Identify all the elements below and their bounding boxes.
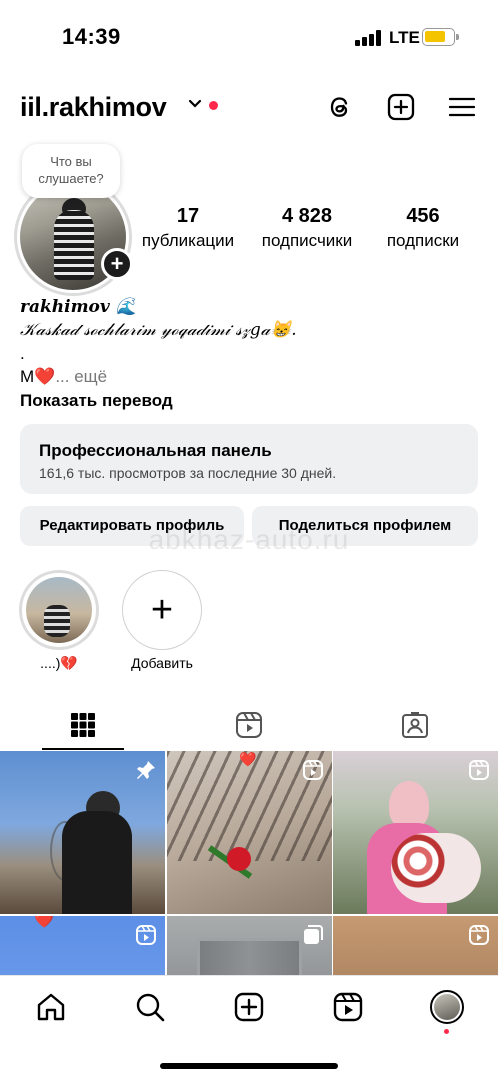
post-thumbnail[interactable]: [333, 751, 498, 914]
stat-posts-label: публикации: [141, 231, 235, 250]
show-translation-link[interactable]: Показать перевод: [20, 389, 480, 412]
professional-dashboard[interactable]: Профессиональная панель 161,6 тыс. просм…: [20, 424, 478, 494]
threads-icon[interactable]: [325, 92, 355, 122]
bio-line-2: .: [20, 344, 25, 363]
signal-icon: [355, 30, 381, 46]
tab-reels[interactable]: [166, 706, 332, 750]
profile-bio: 𝒓𝒂𝒌𝒉𝒊𝒎𝒐𝒗 🌊 𝒦𝒶𝓈𝓀𝒶𝒹 𝓈ℴ𝒸𝒽𝓁𝒶𝓇𝒾𝓂 𝓎ℴ𝓆𝒶𝒹𝒾𝓂𝒾 𝓈𝓏𝑔…: [20, 296, 480, 412]
reels-icon: [236, 712, 262, 738]
post-thumbnail[interactable]: [0, 751, 165, 914]
carousel-icon: [304, 925, 323, 944]
add-highlight-button[interactable]: + Добавить: [118, 570, 206, 671]
bio-line-3: М❤️: [20, 367, 56, 386]
stat-following[interactable]: 456 подписки: [378, 204, 468, 252]
reels-icon[interactable]: [331, 990, 365, 1024]
home-indicator: [160, 1063, 338, 1069]
chevron-down-icon[interactable]: [187, 96, 203, 112]
share-profile-button[interactable]: Поделиться профилем: [252, 506, 478, 546]
note-bubble[interactable]: Что вы слушаете?: [22, 144, 120, 198]
post-badge: ❤️: [34, 916, 54, 929]
reel-icon: [136, 925, 156, 945]
tab-tagged[interactable]: [332, 706, 498, 750]
add-story-icon[interactable]: +: [101, 248, 133, 280]
post-thumbnail[interactable]: [333, 916, 498, 975]
reel-icon: [469, 760, 489, 780]
bio-more-link[interactable]: ... ещё: [55, 367, 107, 386]
create-icon[interactable]: [386, 92, 416, 122]
search-icon[interactable]: [133, 990, 167, 1024]
stat-following-count: 456: [406, 205, 440, 227]
stat-followers[interactable]: 4 828 подписчики: [252, 204, 362, 252]
stat-followers-count: 4 828: [281, 205, 333, 227]
tab-posts-grid[interactable]: [0, 706, 166, 750]
pin-icon: [137, 761, 155, 779]
menu-icon[interactable]: [447, 92, 477, 122]
create-icon[interactable]: [232, 990, 266, 1024]
status-bar: 14:39 LTE: [0, 0, 498, 72]
profile-header: iil.rakhimov: [0, 84, 498, 130]
bio-line-3-wrap: М❤️... ещё: [20, 365, 480, 388]
active-tab-indicator: [42, 748, 124, 750]
grid-icon: [71, 713, 95, 737]
network-type: LTE: [389, 28, 420, 47]
post-thumbnail[interactable]: ❤️: [167, 751, 332, 914]
posts-grid: ❤️ ❤️: [0, 751, 498, 975]
add-highlight-caption: Добавить: [131, 655, 193, 671]
edit-profile-button[interactable]: Редактировать профиль: [20, 506, 244, 546]
bio-line-1: 𝒦𝒶𝓈𝓀𝒶𝒹 𝓈ℴ𝒸𝒽𝓁𝒶𝓇𝒾𝓂 𝓎ℴ𝓆𝒶𝒹𝒾𝓂𝒾 𝓈𝓏𝑔𝒶😸.: [20, 320, 297, 340]
battery-icon: [422, 28, 459, 46]
content-tabs: [0, 700, 498, 750]
professional-dashboard-title: Профессиональная панель: [39, 441, 272, 460]
tagged-icon: [402, 712, 428, 738]
reel-icon: [303, 760, 323, 780]
notification-dot: [444, 1029, 449, 1034]
reel-icon: [469, 925, 489, 945]
post-thumbnail[interactable]: ❤️: [0, 916, 165, 975]
highlight-caption: ....)💔: [40, 655, 78, 671]
stat-followers-label: подписчики: [261, 231, 353, 250]
professional-dashboard-subtitle: 161,6 тыс. просмотров за последние 30 дн…: [39, 465, 337, 481]
username[interactable]: iil.rakhimov: [20, 92, 167, 123]
status-time: 14:39: [62, 24, 121, 49]
post-badge: ❤️: [239, 751, 257, 767]
display-name: 𝒓𝒂𝒌𝒉𝒊𝒎𝒐𝒗 🌊: [20, 297, 137, 317]
stat-following-label: подписки: [386, 231, 460, 250]
notification-dot: [209, 101, 218, 110]
plus-icon: +: [122, 570, 202, 650]
highlight-item[interactable]: ....)💔: [18, 570, 100, 672]
post-thumbnail[interactable]: [167, 916, 332, 975]
home-icon[interactable]: [34, 990, 68, 1024]
stat-posts-count: 17: [176, 205, 200, 227]
stat-posts[interactable]: 17 публикации: [137, 204, 239, 252]
profile-avatar-nav[interactable]: [430, 990, 464, 1024]
